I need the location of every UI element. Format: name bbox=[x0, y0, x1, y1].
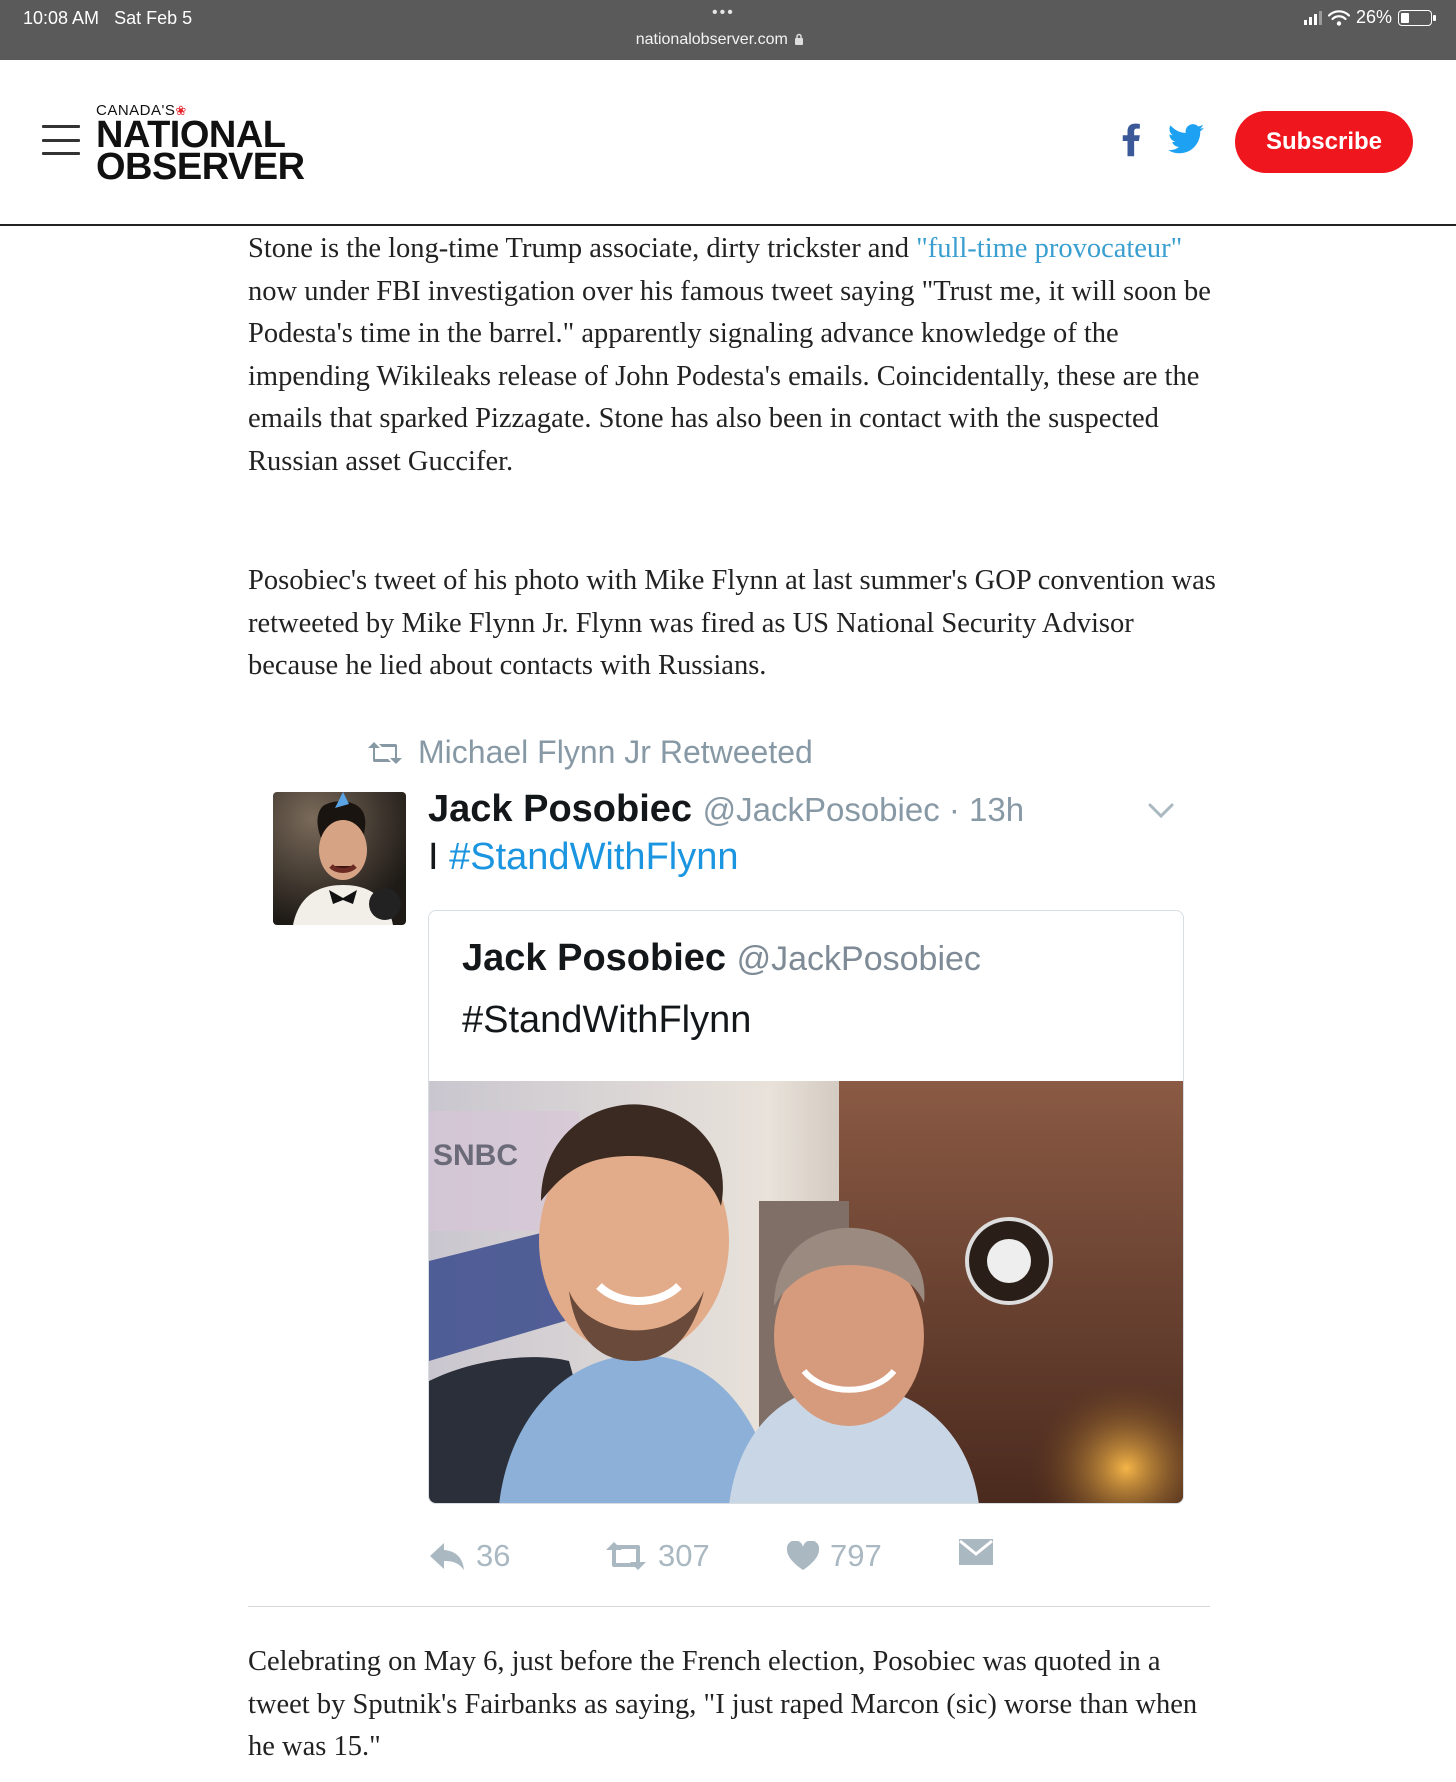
article-paragraph-3: Celebrating on May 6, just before the Fr… bbox=[248, 1646, 1198, 1763]
like-count: 797 bbox=[830, 1538, 882, 1573]
battery-percent: 26% bbox=[1355, 7, 1392, 27]
reply-count: 36 bbox=[476, 1538, 511, 1573]
heart-icon bbox=[786, 1541, 820, 1570]
reply-icon bbox=[430, 1543, 464, 1570]
chevron-down-icon[interactable] bbox=[1146, 800, 1176, 820]
provocateur-link[interactable]: "full-time provocateur" bbox=[916, 233, 1182, 264]
quoted-text: #StandWithFlynn bbox=[462, 999, 752, 1041]
facebook-icon[interactable] bbox=[1118, 122, 1146, 158]
retweeted-by-label: Michael Flynn Jr Retweeted bbox=[418, 734, 813, 770]
dm-button[interactable] bbox=[958, 1538, 994, 1566]
retweet-icon bbox=[606, 1542, 646, 1570]
quoted-tweet[interactable]: Jack Posobiec @JackPosobiec #StandWithFl… bbox=[428, 910, 1184, 1504]
retweet-icon bbox=[368, 741, 402, 764]
tab-dots[interactable]: ••• bbox=[712, 4, 735, 22]
retweet-attribution: Michael Flynn Jr Retweeted bbox=[366, 734, 813, 771]
author-name[interactable]: Jack Posobiec bbox=[428, 788, 692, 830]
embed-divider bbox=[248, 1606, 1210, 1607]
url-text: nationalobserver.com bbox=[635, 31, 788, 48]
address-bar[interactable]: nationalobserver.com bbox=[0, 31, 1440, 49]
tweet-author: Jack Posobiec @JackPosobiec · 13h bbox=[428, 788, 1024, 831]
reply-button[interactable]: 36 bbox=[428, 1538, 510, 1574]
twitter-icon[interactable] bbox=[1168, 124, 1204, 154]
signal-icon bbox=[1303, 10, 1322, 25]
photo-sign-text: SNBC bbox=[433, 1139, 518, 1172]
status-time: 10:08 AM Sat Feb 5 bbox=[23, 8, 193, 28]
lock-icon bbox=[795, 33, 804, 45]
mail-icon bbox=[959, 1539, 993, 1565]
tweet-text: I #StandWithFlynn bbox=[428, 836, 739, 878]
site-header: CANADA'S❀ NATIONAL OBSERVER Subscribe bbox=[0, 60, 1456, 226]
like-button[interactable]: 797 bbox=[786, 1538, 882, 1574]
tweet-embed: Michael Flynn Jr Retweeted Jack Posobiec… bbox=[248, 720, 1208, 1605]
status-indicators: 26% bbox=[1303, 7, 1436, 28]
battery-icon bbox=[1398, 9, 1436, 26]
subscribe-button[interactable]: Subscribe bbox=[1235, 111, 1413, 173]
status-bar: 10:08 AM Sat Feb 5 ••• nationalobserver.… bbox=[0, 0, 1456, 60]
retweet-count: 307 bbox=[658, 1538, 710, 1573]
logo-line-2: OBSERVER bbox=[96, 146, 305, 188]
quoted-author: Jack Posobiec @JackPosobiec bbox=[462, 937, 981, 979]
hashtag-link[interactable]: #StandWithFlynn bbox=[449, 836, 738, 878]
retweet-button[interactable]: 307 bbox=[604, 1538, 710, 1574]
tweet-photo[interactable]: SNBC bbox=[429, 1081, 1184, 1504]
site-logo[interactable]: CANADA'S❀ NATIONAL OBSERVER bbox=[96, 102, 305, 188]
author-avatar[interactable] bbox=[273, 792, 406, 925]
author-handle: @JackPosobiec · 13h bbox=[702, 791, 1025, 828]
tweet-actions: 36 307 797 bbox=[428, 1538, 1028, 1582]
wifi-icon bbox=[1327, 9, 1350, 26]
article-paragraph-2: Posobiec's tweet of his photo with Mike … bbox=[248, 565, 1216, 682]
article-paragraph-1: Stone is the long-time Trump associate, … bbox=[248, 233, 1211, 477]
menu-icon[interactable] bbox=[42, 125, 80, 155]
